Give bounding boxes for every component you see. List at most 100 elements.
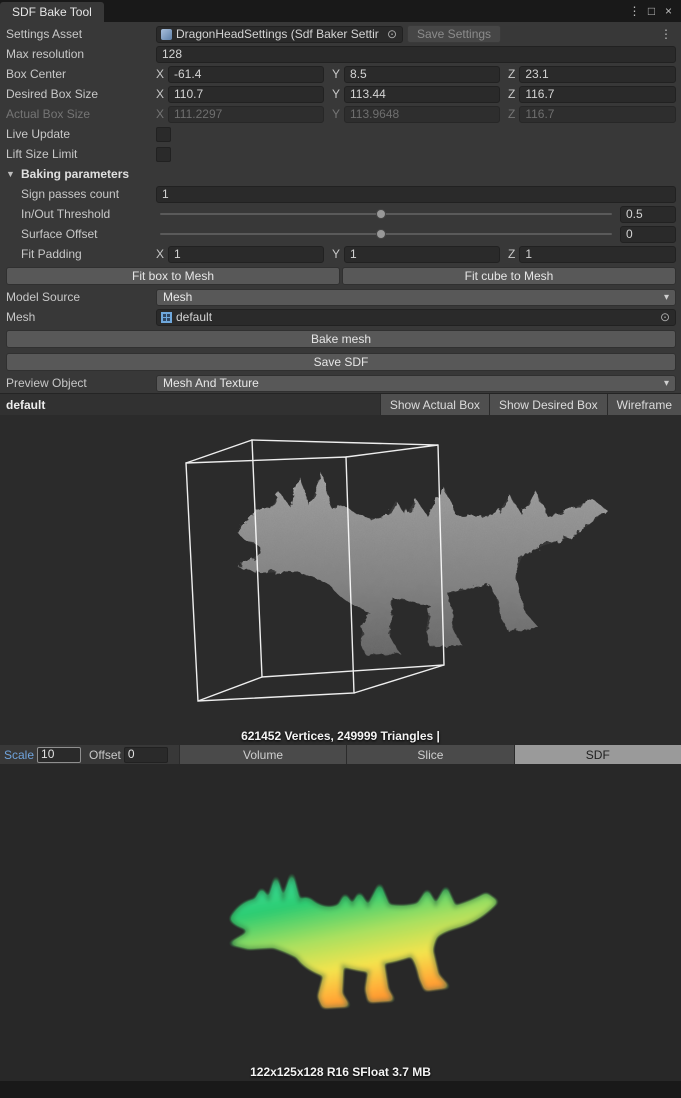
- sign-passes-count-input[interactable]: 1: [156, 186, 676, 203]
- axis-x-label: X: [156, 67, 164, 81]
- box-center-x-input[interactable]: -61.4: [168, 66, 324, 83]
- actual-box-size-row: Actual Box Size X 111.2297 Y 113.9648 Z …: [0, 104, 681, 124]
- box-center-row: Box Center X -61.4 Y 8.5 Z 23.1: [0, 64, 681, 84]
- chevron-down-icon: ▾: [664, 292, 669, 303]
- fit-padding-x-input[interactable]: 1: [168, 246, 324, 263]
- preview-object-row: Preview Object Mesh And Texture ▾: [0, 373, 681, 393]
- show-actual-box-button[interactable]: Show Actual Box: [380, 394, 489, 415]
- fit-padding-y-input[interactable]: 1: [344, 246, 500, 263]
- tab-slice[interactable]: Slice: [346, 745, 513, 764]
- in-out-threshold-input[interactable]: 0.5: [620, 206, 676, 223]
- show-desired-box-button[interactable]: Show Desired Box: [489, 394, 607, 415]
- wireframe-button[interactable]: Wireframe: [607, 394, 681, 415]
- object-picker-icon[interactable]: ⊙: [658, 310, 672, 324]
- box-center-z-input[interactable]: 23.1: [519, 66, 676, 83]
- slider-thumb[interactable]: [376, 229, 386, 239]
- axis-y-label: Y: [332, 107, 340, 121]
- axis-x-label: X: [156, 247, 164, 261]
- fit-padding-row: Fit Padding X 1 Y 1 Z 1: [0, 244, 681, 264]
- axis-z-label: Z: [508, 87, 515, 101]
- preview-object-value: Mesh And Texture: [163, 376, 259, 390]
- settings-asset-label: Settings Asset: [6, 27, 152, 41]
- sdf-preview-render: [0, 764, 681, 1081]
- bake-mesh-row: Bake mesh: [0, 327, 681, 350]
- max-resolution-row: Max resolution 128: [0, 44, 681, 64]
- preview-toolbar: default Show Actual Box Show Desired Box…: [0, 393, 681, 415]
- axis-z-label: Z: [508, 67, 515, 81]
- preview-object-dropdown[interactable]: Mesh And Texture ▾: [156, 375, 676, 392]
- in-out-threshold-label: In/Out Threshold: [6, 207, 152, 221]
- chevron-down-icon: ▾: [664, 378, 669, 389]
- desired-box-size-z-input[interactable]: 116.7: [519, 86, 676, 103]
- baking-parameters-label: Baking parameters: [21, 167, 676, 181]
- tab-sdf[interactable]: SDF: [514, 745, 681, 764]
- surface-offset-input[interactable]: 0: [620, 226, 676, 243]
- sdf-preview-viewport[interactable]: 122x125x128 R16 SFloat 3.7 MB: [0, 764, 681, 1081]
- foldout-arrow-icon: ▼: [6, 169, 17, 179]
- settings-asset-field[interactable]: DragonHeadSettings (Sdf Baker Settir ⊙: [156, 26, 403, 43]
- live-update-checkbox[interactable]: [156, 127, 171, 142]
- window-menu-icon[interactable]: ⋮: [626, 4, 643, 18]
- baking-parameters-foldout[interactable]: ▼ Baking parameters: [0, 164, 681, 184]
- close-icon[interactable]: ×: [660, 4, 677, 18]
- desired-box-size-y-input[interactable]: 113.44: [344, 86, 500, 103]
- model-source-value: Mesh: [163, 290, 192, 304]
- max-resolution-label: Max resolution: [6, 47, 152, 61]
- surface-offset-label: Surface Offset: [6, 227, 152, 241]
- surface-offset-slider[interactable]: [160, 226, 612, 242]
- actual-box-size-label: Actual Box Size: [6, 107, 152, 121]
- save-sdf-row: Save SDF: [0, 350, 681, 373]
- settings-kebab-icon[interactable]: ⋮: [656, 27, 676, 41]
- axis-y-label: Y: [332, 247, 340, 261]
- mesh-object-field[interactable]: default ⊙: [156, 309, 676, 326]
- axis-z-label: Z: [508, 107, 515, 121]
- settings-asset-row: Settings Asset DragonHeadSettings (Sdf B…: [0, 24, 681, 44]
- window-title: SDF Bake Tool: [12, 5, 92, 19]
- mesh-icon: [161, 312, 172, 323]
- in-out-threshold-slider[interactable]: [160, 206, 612, 222]
- axis-y-label: Y: [332, 67, 340, 81]
- fit-cube-to-mesh-button[interactable]: Fit cube to Mesh: [342, 267, 676, 285]
- lift-size-limit-row: Lift Size Limit: [0, 144, 681, 164]
- settings-asset-value: DragonHeadSettings (Sdf Baker Settir: [176, 27, 379, 41]
- model-source-dropdown[interactable]: Mesh ▾: [156, 289, 676, 306]
- slider-thumb[interactable]: [376, 209, 386, 219]
- axis-x-label: X: [156, 87, 164, 101]
- scale-label[interactable]: Scale: [4, 748, 34, 762]
- fit-buttons-row: Fit box to Mesh Fit cube to Mesh: [0, 264, 681, 287]
- mesh-preview-viewport[interactable]: 621452 Vertices, 249999 Triangles |: [0, 415, 681, 745]
- sdf-bake-tool-window: SDF Bake Tool ⋮ □ × Settings Asset Drago…: [0, 0, 681, 1098]
- fit-box-to-mesh-button[interactable]: Fit box to Mesh: [6, 267, 340, 285]
- fit-padding-label: Fit Padding: [6, 247, 152, 261]
- axis-z-label: Z: [508, 247, 515, 261]
- axis-x-label: X: [156, 107, 164, 121]
- offset-input[interactable]: 0: [124, 747, 168, 763]
- fit-padding-z-input[interactable]: 1: [519, 246, 676, 263]
- preview-toolbar-buttons: Show Actual Box Show Desired Box Wirefra…: [380, 394, 681, 415]
- offset-label[interactable]: Offset: [89, 748, 121, 762]
- box-center-y-input[interactable]: 8.5: [344, 66, 500, 83]
- model-source-label: Model Source: [6, 290, 152, 304]
- tab-sdf-bake-tool[interactable]: SDF Bake Tool: [0, 2, 104, 22]
- model-source-row: Model Source Mesh ▾: [0, 287, 681, 307]
- desired-box-size-x-input[interactable]: 110.7: [168, 86, 324, 103]
- tab-volume[interactable]: Volume: [179, 745, 346, 764]
- window-controls: ⋮ □ ×: [626, 0, 681, 22]
- lift-size-limit-checkbox[interactable]: [156, 147, 171, 162]
- maximize-icon[interactable]: □: [643, 4, 660, 18]
- desired-box-size-row: Desired Box Size X 110.7 Y 113.44 Z 116.…: [0, 84, 681, 104]
- sdf-view-controls: Scale 10 Offset 0 Volume Slice SDF: [0, 745, 681, 764]
- mesh-preview-render: [0, 415, 681, 745]
- inspector-rows: Settings Asset DragonHeadSettings (Sdf B…: [0, 22, 681, 393]
- scale-input[interactable]: 10: [37, 747, 81, 763]
- desired-box-size-label: Desired Box Size: [6, 87, 152, 101]
- bake-mesh-button[interactable]: Bake mesh: [6, 330, 676, 348]
- max-resolution-input[interactable]: 128: [156, 46, 676, 63]
- save-settings-button[interactable]: Save Settings: [407, 25, 501, 43]
- actual-box-size-y-value: 113.9648: [344, 106, 500, 123]
- save-sdf-button[interactable]: Save SDF: [6, 353, 676, 371]
- sdf-stats-caption: 122x125x128 R16 SFloat 3.7 MB: [0, 1065, 681, 1079]
- in-out-threshold-row: In/Out Threshold 0.5: [0, 204, 681, 224]
- sdf-view-tabs: Volume Slice SDF: [179, 745, 681, 764]
- object-picker-icon[interactable]: ⊙: [385, 27, 399, 41]
